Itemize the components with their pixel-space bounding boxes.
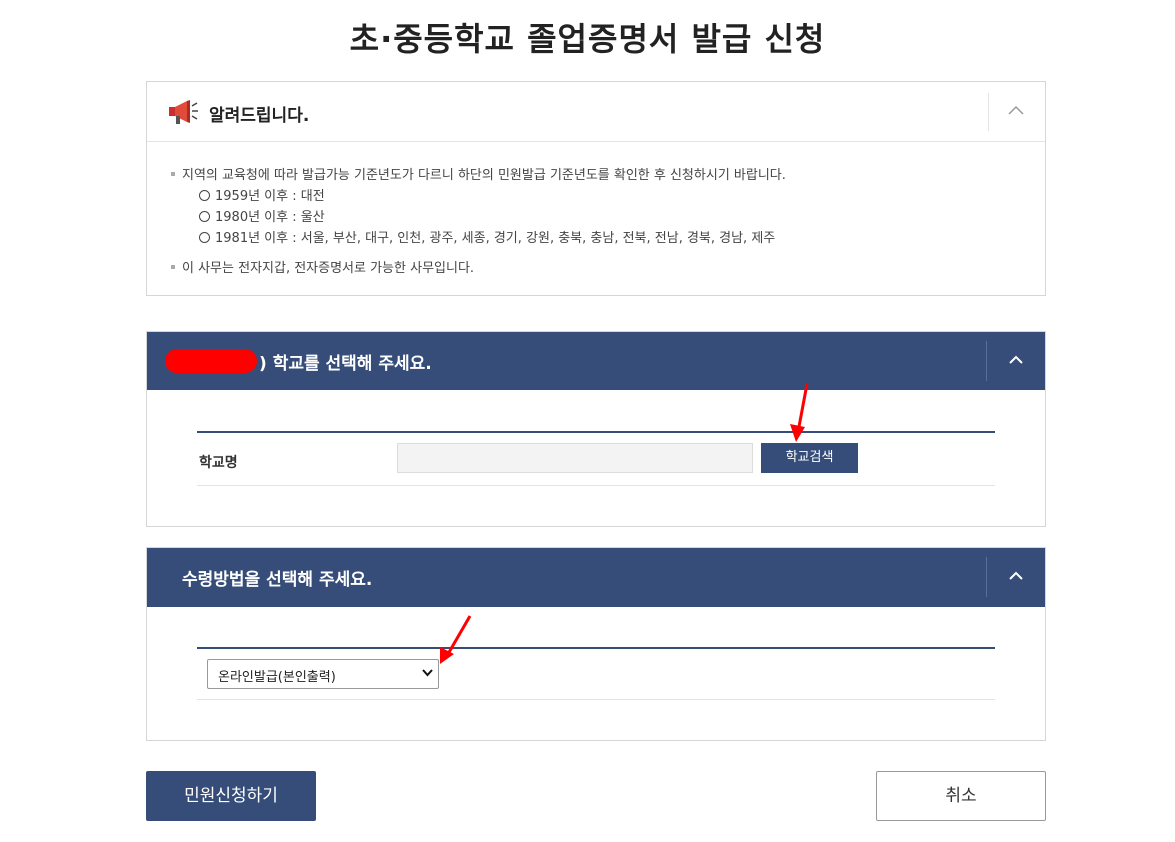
notice-sub-item: 1959년 이후 : 대전 xyxy=(199,185,325,204)
school-name-input[interactable] xyxy=(397,443,753,473)
notice-collapse-button[interactable] xyxy=(988,93,1045,131)
bullet-icon xyxy=(171,171,175,176)
chevron-up-icon xyxy=(1009,571,1023,580)
school-search-button[interactable]: 학교검색 xyxy=(761,443,858,473)
notice-line: 이 사무는 전자지갑, 전자증명서로 가능한 사무입니다. xyxy=(171,257,474,276)
form-divider xyxy=(197,647,995,649)
school-name-label: 학교명 xyxy=(199,455,238,471)
form-divider xyxy=(197,485,995,486)
megaphone-icon xyxy=(167,98,199,126)
chevron-up-icon xyxy=(1008,105,1024,115)
receipt-panel-collapse-button[interactable] xyxy=(986,557,1045,597)
school-panel-collapse-button[interactable] xyxy=(986,341,1045,381)
receipt-method-select[interactable]: 온라인발급(본인출력) xyxy=(207,659,439,689)
bullet-icon xyxy=(171,264,175,269)
school-panel-header: ) 학교를 선택해 주세요. xyxy=(147,332,1045,390)
chevron-up-icon xyxy=(1009,355,1023,364)
notice-panel: 알려드립니다. 지역의 교육청에 따라 발급가능 기준년도가 다르니 하단의 민… xyxy=(146,81,1046,296)
cancel-button[interactable]: 취소 xyxy=(876,771,1046,821)
receipt-method-panel: 수령방법을 선택해 주세요. 온라인발급(본인출력) xyxy=(146,547,1046,741)
page-title: 초·중등학교 졸업증명서 발급 신청 xyxy=(349,20,826,58)
notice-line: 지역의 교육청에 따라 발급가능 기준년도가 다르니 하단의 민원발급 기준년도… xyxy=(171,164,786,183)
notice-header: 알려드립니다. xyxy=(147,82,1045,142)
notice-sub-item: 1980년 이후 : 울산 xyxy=(199,206,325,225)
annotation-arrow-icon xyxy=(440,615,472,664)
receipt-panel-title: 수령방법을 선택해 주세요. xyxy=(182,570,373,590)
school-select-panel: ) 학교를 선택해 주세요. 학교명 학교검색 xyxy=(146,331,1046,527)
notice-sub-item: 1981년 이후 : 서울, 부산, 대구, 인천, 광주, 세종, 경기, 강… xyxy=(199,227,775,246)
circle-icon xyxy=(199,232,210,243)
apply-button[interactable]: 민원신청하기 xyxy=(146,771,316,821)
selected-option: 온라인발급(본인출력) xyxy=(218,670,336,685)
redaction-mark xyxy=(165,349,257,373)
receipt-panel-header: 수령방법을 선택해 주세요. xyxy=(147,548,1045,607)
chevron-down-icon xyxy=(422,669,433,677)
form-divider xyxy=(197,431,995,433)
circle-icon xyxy=(199,211,210,222)
notice-title: 알려드립니다. xyxy=(209,106,310,126)
annotation-arrow-icon xyxy=(790,383,809,442)
form-divider xyxy=(197,699,995,700)
circle-icon xyxy=(199,190,210,201)
school-panel-title: ) 학교를 선택해 주세요. xyxy=(259,354,432,374)
